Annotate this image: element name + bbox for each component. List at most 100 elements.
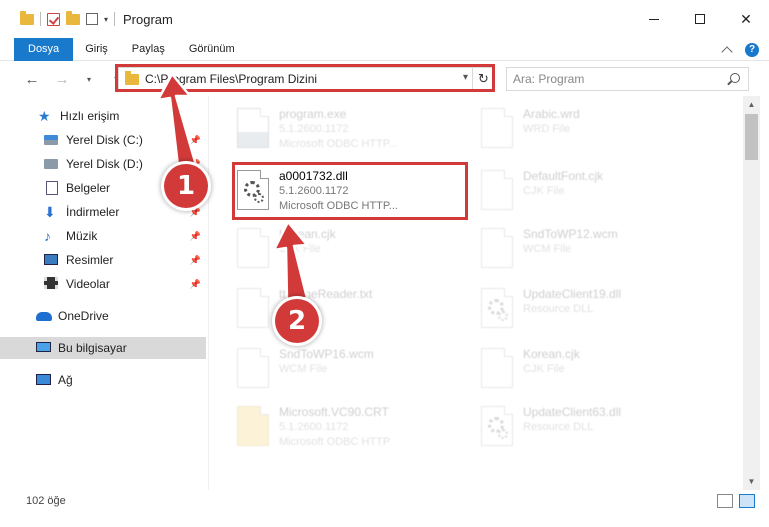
new-folder-icon[interactable]	[66, 10, 80, 25]
file-version: 5.1.2600.1172	[279, 421, 349, 433]
file-tile[interactable]: DefaultFont.cjk CJK File	[481, 166, 721, 224]
file-type: Resource DLL	[523, 421, 594, 433]
scroll-down-arrow-icon[interactable]: ▼	[743, 473, 760, 490]
properties-check-icon[interactable]	[47, 12, 60, 26]
file-tile[interactable]: UpdateClient63.dll Resource DLL	[481, 402, 721, 460]
tab-home[interactable]: Giriş	[73, 38, 120, 61]
file-name: Arabic.wrd	[523, 107, 580, 121]
pictures-icon	[44, 253, 60, 267]
file-name: SndToWP16.wcm	[279, 347, 374, 361]
file-name: Microsoft.VC90.CRT	[279, 405, 389, 419]
pin-icon[interactable]: 📌	[190, 135, 201, 146]
ribbon-controls: ?	[721, 38, 759, 61]
network-icon	[36, 373, 52, 387]
sidebar-item-label: Ağ	[58, 373, 73, 387]
navigation-pane: ★ Hızlı erişim Yerel Disk (C:) 📌 Yerel D…	[0, 100, 208, 490]
document-file-icon	[481, 228, 513, 268]
sidebar-item-label: OneDrive	[58, 309, 109, 323]
details-view-icon[interactable]	[717, 494, 733, 508]
sidebar-item-label: Resimler	[66, 253, 114, 267]
help-icon[interactable]: ?	[745, 42, 759, 57]
close-icon: ✕	[740, 10, 752, 27]
videos-icon	[44, 277, 60, 291]
file-type: WCM File	[523, 243, 572, 255]
vertical-scrollbar[interactable]: ▲ ▼	[743, 96, 760, 490]
search-placeholder[interactable]: Ara: Program	[513, 72, 584, 86]
tab-share[interactable]: Paylaş	[120, 38, 177, 61]
file-tile[interactable]: Arabic.wrd WRD File	[481, 104, 721, 162]
sidebar-item-local-disk-c[interactable]: Yerel Disk (C:) 📌	[0, 129, 206, 151]
pin-icon[interactable]: 📌	[190, 255, 201, 266]
window-controls: ✕	[631, 0, 769, 38]
file-highlight-box	[232, 162, 468, 220]
step-1-callout: 1	[164, 164, 208, 208]
tab-file[interactable]: Dosya	[14, 37, 74, 61]
folder-file-icon	[237, 406, 269, 446]
file-tile[interactable]: UpdateClient19.dll Resource DLL	[481, 284, 721, 342]
large-icons-view-icon[interactable]	[739, 494, 755, 508]
document-file-icon	[237, 348, 269, 388]
file-tile[interactable]: Korean.cjk CJK File	[481, 344, 721, 402]
disk-icon	[44, 157, 60, 171]
document-file-icon	[237, 228, 269, 268]
title-bar: ▾ Program ✕	[0, 0, 769, 38]
search-box[interactable]: Ara: Program	[506, 67, 749, 91]
music-icon: ♪	[44, 228, 51, 244]
item-count: 102 öğe	[26, 495, 66, 507]
sidebar-item-pictures[interactable]: Resimler 📌	[0, 249, 206, 271]
file-tile[interactable]: Korean.cjk CJK File	[237, 224, 477, 282]
customize-toolbar-dropdown-icon[interactable]: ▾	[104, 15, 108, 24]
file-name: Korean.cjk	[523, 347, 580, 361]
file-tile[interactable]: ttfs.fineReader.txtTXT File	[237, 284, 477, 342]
pin-icon[interactable]: 📌	[190, 279, 201, 290]
document-file-icon	[481, 348, 513, 388]
sidebar-item-onedrive[interactable]: OneDrive	[0, 305, 206, 327]
computer-icon	[36, 341, 52, 355]
sidebar-item-quick-access[interactable]: ★ Hızlı erişim	[0, 105, 206, 127]
file-name: UpdateClient19.dll	[523, 287, 622, 301]
file-tile[interactable]: SndToWP16.wcm WCM File	[237, 344, 477, 402]
file-list: program.exe 5.1.2600.1172 Microsoft ODBC H…	[209, 96, 743, 490]
minimize-button[interactable]	[631, 0, 677, 38]
file-tile[interactable]: program.exe 5.1.2600.1172 Microsoft ODBC H…	[237, 104, 477, 162]
toolbar-separator	[40, 12, 41, 26]
file-name: Korean.cjk	[279, 227, 336, 241]
search-icon[interactable]	[730, 73, 740, 83]
close-button[interactable]: ✕	[723, 0, 769, 38]
file-tile[interactable]: Microsoft.VC90.CRT 5.1.2600.1172 Microsoft…	[237, 402, 477, 460]
folder-icon	[20, 10, 34, 25]
sidebar-item-label: Hızlı erişim	[60, 109, 120, 123]
file-type: WCM File	[279, 363, 328, 375]
sidebar-item-this-pc[interactable]: Bu bilgisayar	[0, 337, 206, 359]
scrollbar-thumb[interactable]	[745, 114, 758, 160]
scroll-up-arrow-icon[interactable]: ▲	[743, 96, 760, 113]
file-tile[interactable]: SndToWP12.wcm WCM File	[481, 224, 721, 282]
file-name: UpdateClient63.dll	[523, 405, 622, 419]
dll-gear-file-icon	[481, 288, 513, 328]
sidebar-item-network[interactable]: Ağ	[0, 369, 206, 391]
ribbon-tabs: Dosya Giriş Paylaş Görünüm ?	[0, 37, 769, 61]
file-description: Microsoft ODBC HTTP	[279, 436, 391, 448]
document-file-icon	[481, 108, 513, 148]
back-arrow-icon[interactable]: ←	[22, 69, 42, 89]
tab-view[interactable]: Görünüm	[177, 38, 247, 61]
sidebar-item-label: Videolar	[66, 277, 110, 291]
dll-gear-file-icon	[481, 406, 513, 446]
sidebar-item-music[interactable]: ♪ Müzik 📌	[0, 225, 206, 247]
properties-icon[interactable]	[86, 13, 98, 25]
documents-icon	[44, 181, 60, 195]
sidebar-item-label: Müzik	[66, 229, 98, 243]
pin-icon[interactable]: 📌	[190, 207, 201, 218]
sidebar-item-videos[interactable]: Videolar 📌	[0, 273, 206, 295]
pin-icon[interactable]: 📌	[190, 231, 201, 242]
forward-arrow-icon[interactable]: →	[52, 69, 72, 89]
expand-ribbon-chevron-icon[interactable]	[721, 45, 733, 58]
file-type: CJK File	[523, 185, 565, 197]
view-toggle	[717, 494, 755, 508]
maximize-button[interactable]	[677, 0, 723, 38]
recent-locations-dropdown-icon[interactable]: ▾	[82, 69, 96, 89]
sidebar-item-label: Yerel Disk (D:)	[66, 157, 143, 171]
file-type: CJK File	[523, 363, 565, 375]
status-bar: 102 öğe	[0, 490, 769, 512]
star-icon: ★	[38, 108, 51, 124]
